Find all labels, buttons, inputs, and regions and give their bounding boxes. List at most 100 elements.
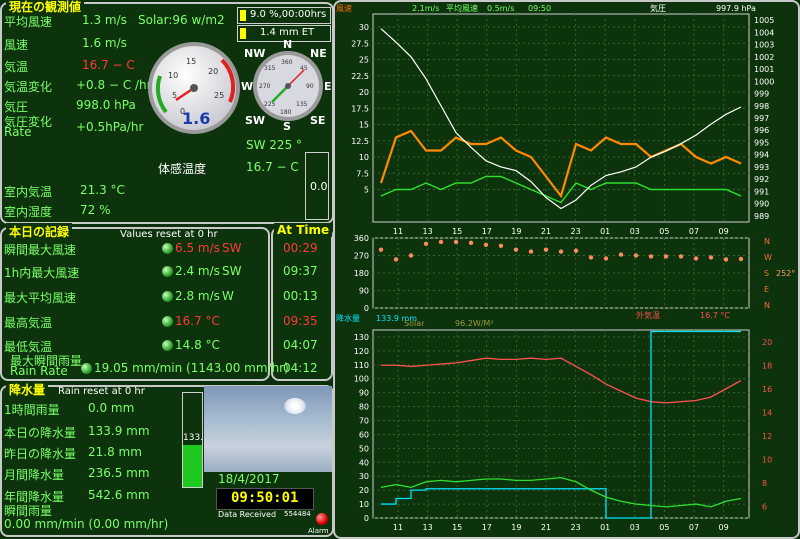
top-right-tick: 1004 (754, 28, 774, 37)
dir-y-tick: 90 (359, 287, 369, 296)
rain-header-solar-value: 96.2W/M² (455, 319, 494, 328)
top-left-tick: 12.5 (351, 137, 369, 146)
top-header-avg-label: 平均風速 (446, 3, 478, 13)
rain-left-tick: 120 (354, 347, 369, 356)
rain-left-tick: 80 (359, 403, 369, 412)
dir-point (528, 249, 534, 254)
rain-right-tick: 18 (762, 361, 772, 370)
dir-point (423, 241, 429, 247)
rain-x-tick: 03 (630, 523, 640, 532)
top-x-tick: 11 (393, 227, 403, 236)
rain-right-tick: 14 (762, 408, 772, 417)
rain-x-tick: 21 (541, 523, 551, 532)
dir-y-tick: 270 (354, 252, 369, 261)
rain-series-line (380, 476, 742, 508)
top-right-tick: 994 (754, 151, 769, 160)
top-chart-grid (373, 14, 749, 222)
top-right-tick: 1002 (754, 53, 774, 62)
rain-right-tick: 10 (762, 455, 772, 464)
top-left-tick: 30 (359, 23, 369, 32)
dir-y-tick: 180 (354, 269, 369, 278)
rain-left-tick: 100 (354, 375, 369, 384)
rain-left-tick: 20 (359, 486, 369, 495)
top-series-line (380, 28, 742, 210)
top-right-tick: 1005 (754, 16, 774, 25)
rain-left-tick: 30 (359, 472, 369, 481)
top-x-tick: 15 (452, 227, 462, 236)
top-left-tick: 7.5 (356, 169, 369, 178)
rain-left-tick: 70 (359, 417, 369, 426)
rain-x-tick: 23 (571, 523, 581, 532)
top-chart-left-axis: 30 27.5 25 22.5 20 17.5 15 12.5 10 7.5 5 (351, 23, 369, 195)
top-right-tick: 995 (754, 138, 769, 147)
top-left-tick: 17.5 (351, 104, 369, 113)
dir-current-value: 252° (776, 269, 795, 278)
top-header-wind-value: 2.1m/s (412, 4, 439, 13)
rain-left-tick: 110 (354, 361, 369, 370)
rain-left-tick: 0 (364, 514, 369, 523)
dir-y-tick: 360 (354, 234, 369, 243)
top-header-time: 09:50 (528, 4, 551, 13)
dir-point (693, 256, 699, 261)
rain-left-tick: 10 (359, 500, 369, 509)
dir-chart-grid (373, 237, 749, 309)
top-right-tick: 1000 (754, 77, 774, 86)
top-right-tick: 1001 (754, 65, 774, 74)
dir-chart-points (378, 239, 744, 262)
dir-right-label: W (764, 253, 772, 262)
top-right-tick: 1003 (754, 41, 774, 50)
top-header-pressure-label: 気圧 (650, 3, 666, 13)
rain-header-temp-value: 16.7 °C (700, 311, 730, 320)
rain-header-solar-label: Solar (404, 319, 425, 328)
dir-point (618, 252, 624, 257)
top-right-tick: 999 (754, 90, 769, 99)
top-right-tick: 990 (754, 200, 769, 209)
rain-left-tick: 130 (354, 333, 369, 342)
top-x-tick: 07 (689, 227, 699, 236)
dir-chart-y-axis: 360 270 180 90 0 (354, 234, 369, 313)
dir-point (603, 256, 609, 261)
rain-header-label: 降水量 (336, 313, 360, 323)
top-right-tick: 989 (754, 212, 769, 221)
dir-point (648, 254, 654, 259)
rain-left-tick: 60 (359, 430, 369, 439)
rain-left-tick: 40 (359, 458, 369, 467)
top-chart-right-axis: 1005 1004 1003 1002 1001 1000 999 998 997 996 995 9… (754, 16, 774, 221)
top-x-tick: 01 (600, 227, 610, 236)
top-chart-x-axis: 11 13 15 17 19 21 23 01 03 05 07 09 (393, 227, 729, 236)
rain-left-tick: 50 (359, 444, 369, 453)
top-right-tick: 993 (754, 163, 769, 172)
top-x-tick: 23 (571, 227, 581, 236)
top-x-tick: 21 (541, 227, 551, 236)
dir-point (438, 239, 444, 245)
rain-chart-x-axis: 11 13 15 17 19 21 23 01 03 05 07 09 (393, 523, 729, 532)
top-x-tick: 13 (423, 227, 433, 236)
dir-point (543, 247, 549, 252)
dir-point (573, 248, 579, 253)
dir-point (393, 257, 399, 262)
dir-right-label: E (764, 285, 769, 294)
top-chart-series (379, 28, 742, 210)
rain-chart-right-axis: 20 18 16 14 12 10 8 6 (762, 338, 772, 512)
top-x-tick: 17 (482, 227, 492, 236)
top-x-tick: 05 (659, 227, 669, 236)
rain-x-tick: 13 (423, 523, 433, 532)
top-right-tick: 997 (754, 114, 769, 123)
dir-point (408, 253, 414, 258)
dir-point (483, 242, 489, 248)
dir-chart-right-labels: NWSEN (764, 237, 772, 310)
dir-y-tick: 0 (364, 304, 369, 313)
dir-point (678, 254, 684, 259)
rain-series-line (381, 357, 742, 404)
rain-x-tick: 11 (393, 523, 403, 532)
top-x-tick: 19 (511, 227, 521, 236)
dir-point (588, 255, 594, 260)
top-right-tick: 992 (754, 175, 769, 184)
dir-right-label: S (764, 269, 769, 278)
dir-point (738, 256, 744, 262)
rain-right-tick: 8 (762, 479, 767, 488)
dir-point (663, 254, 669, 259)
dir-right-label: N (764, 237, 770, 246)
top-x-tick: 03 (630, 227, 640, 236)
top-left-tick: 20 (359, 88, 369, 97)
